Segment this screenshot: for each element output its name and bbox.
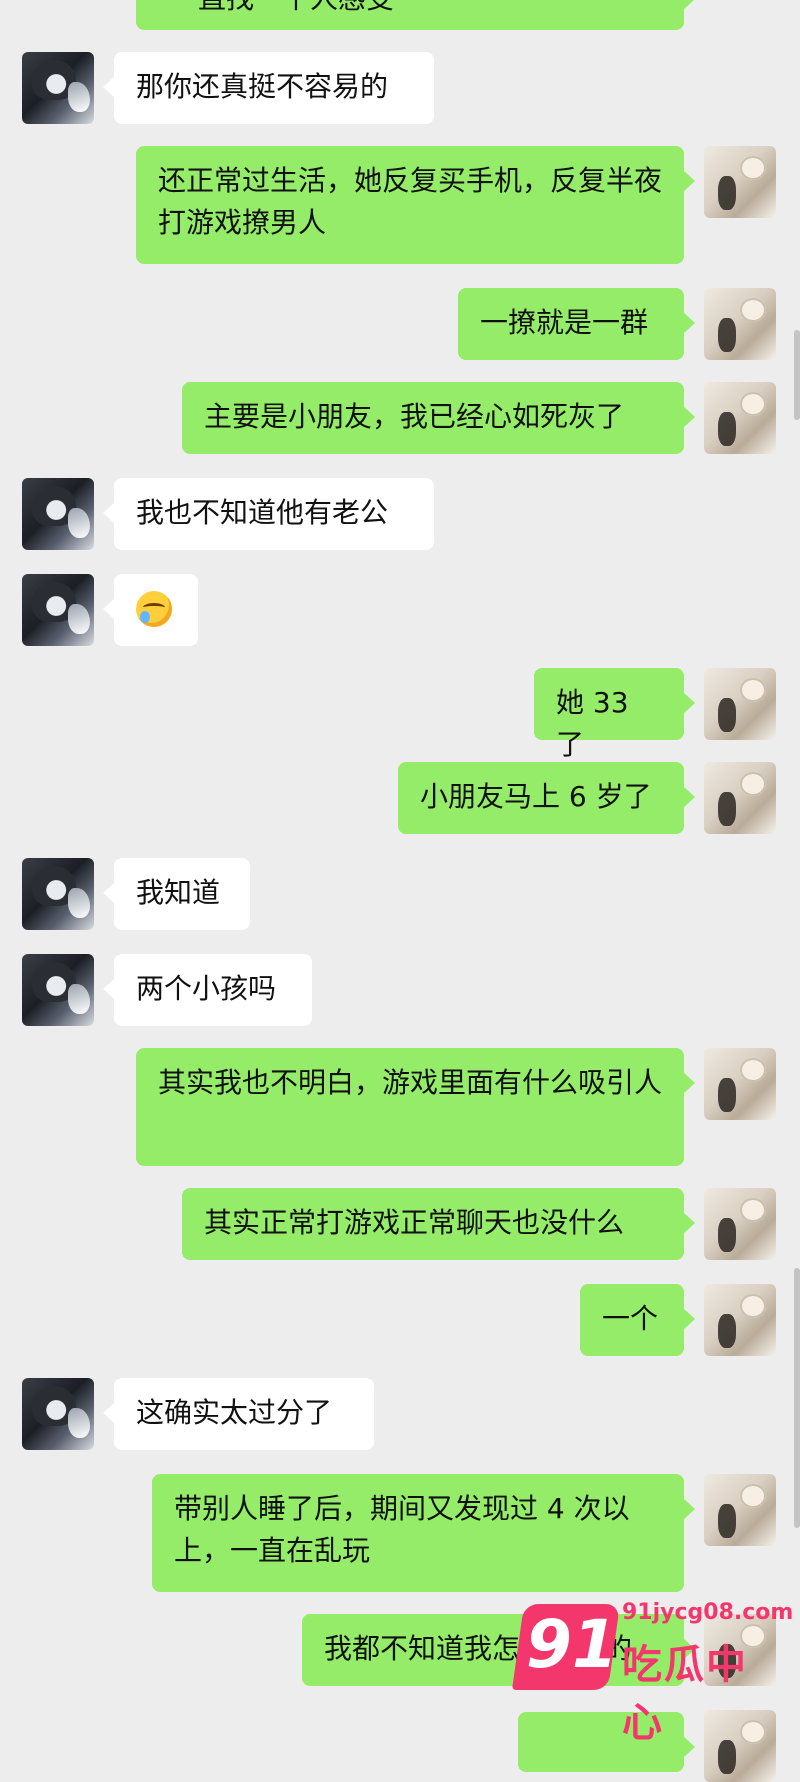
message-bubble-3[interactable]: 一撩就是一群 [458, 288, 695, 360]
message-text: 两个小孩吗 [136, 972, 277, 1005]
message-bubble-9[interactable]: 我知道 [103, 858, 250, 930]
contact-avatar[interactable] [22, 478, 94, 550]
message-bubble-15[interactable]: 带别人睡了后，期间又发现过 4 次以上，一直在乱玩 [152, 1474, 695, 1592]
message-text: 一直找一个人感受 [170, 0, 394, 15]
message-text: 这确实太过分了 [136, 1396, 333, 1429]
user-avatar[interactable] [704, 668, 776, 740]
user-avatar[interactable] [704, 288, 776, 360]
watermark-name: 吃瓜中心 [622, 1642, 748, 1746]
contact-avatar[interactable] [22, 858, 94, 930]
contact-avatar[interactable] [22, 1378, 94, 1450]
message-bubble-13[interactable]: 一个 [580, 1284, 695, 1356]
message-text: 我也不知道他有老公 [136, 496, 389, 529]
watermark-url: 91jycg08.com [622, 1600, 794, 1625]
message-bubble-8[interactable]: 小朋友马上 6 岁了 [398, 762, 695, 834]
scrollbar-thumb[interactable] [794, 330, 800, 420]
message-text: 那你还真挺不容易的 [136, 70, 389, 103]
user-avatar[interactable] [704, 1188, 776, 1260]
contact-avatar[interactable] [22, 954, 94, 1026]
message-text: 还正常过生活，她反复买手机，反复半夜打游戏撩男人 [158, 164, 663, 239]
contact-avatar[interactable] [22, 52, 94, 124]
message-bubble-11[interactable]: 其实我也不明白，游戏里面有什么吸引人 [136, 1048, 695, 1166]
message-text: 其实正常打游戏正常聊天也没什么 [204, 1206, 625, 1239]
user-avatar[interactable] [704, 146, 776, 218]
message-bubble-1[interactable]: 那你还真挺不容易的 [103, 52, 434, 124]
message-text: 小朋友马上 6 岁了 [420, 780, 652, 813]
user-avatar[interactable] [704, 1474, 776, 1546]
message-bubble-2[interactable]: 还正常过生活，她反复买手机，反复半夜打游戏撩男人 [136, 146, 695, 264]
user-avatar[interactable] [704, 762, 776, 834]
message-bubble-14[interactable]: 这确实太过分了 [103, 1378, 374, 1450]
message-bubble-7[interactable]: 她 33 了 [534, 668, 695, 761]
message-text: 一个 [602, 1302, 659, 1335]
message-bubble-4[interactable]: 主要是小朋友，我已经心如死灰了 [182, 382, 695, 454]
message-text: 她 33 了 [556, 686, 629, 761]
message-bubble-10[interactable]: 两个小孩吗 [103, 954, 312, 1026]
watermark-number: 91 [526, 1606, 618, 1683]
message-text: 带别人睡了后，期间又发现过 4 次以上，一直在乱玩 [174, 1492, 630, 1567]
sweat-laugh-emoji [136, 591, 172, 627]
message-bubble-12[interactable]: 其实正常打游戏正常聊天也没什么 [182, 1188, 695, 1260]
message-bubble-0[interactable]: 一直找一个人感受 [136, 0, 695, 30]
message-bubble-6[interactable] [103, 574, 198, 646]
user-avatar[interactable] [704, 1284, 776, 1356]
contact-avatar[interactable] [22, 574, 94, 646]
message-text: 主要是小朋友，我已经心如死灰了 [204, 400, 625, 433]
message-text: 其实我也不明白，游戏里面有什么吸引人 [158, 1066, 663, 1099]
message-bubble-5[interactable]: 我也不知道他有老公 [103, 478, 434, 550]
message-text: 一撩就是一群 [480, 306, 649, 339]
scrollbar-thumb[interactable] [794, 1268, 800, 1528]
user-avatar[interactable] [704, 382, 776, 454]
site-watermark: 91 91jycg08.com 吃瓜中心 [511, 1598, 793, 1746]
user-avatar[interactable] [704, 1048, 776, 1120]
message-text: 我知道 [136, 876, 221, 909]
